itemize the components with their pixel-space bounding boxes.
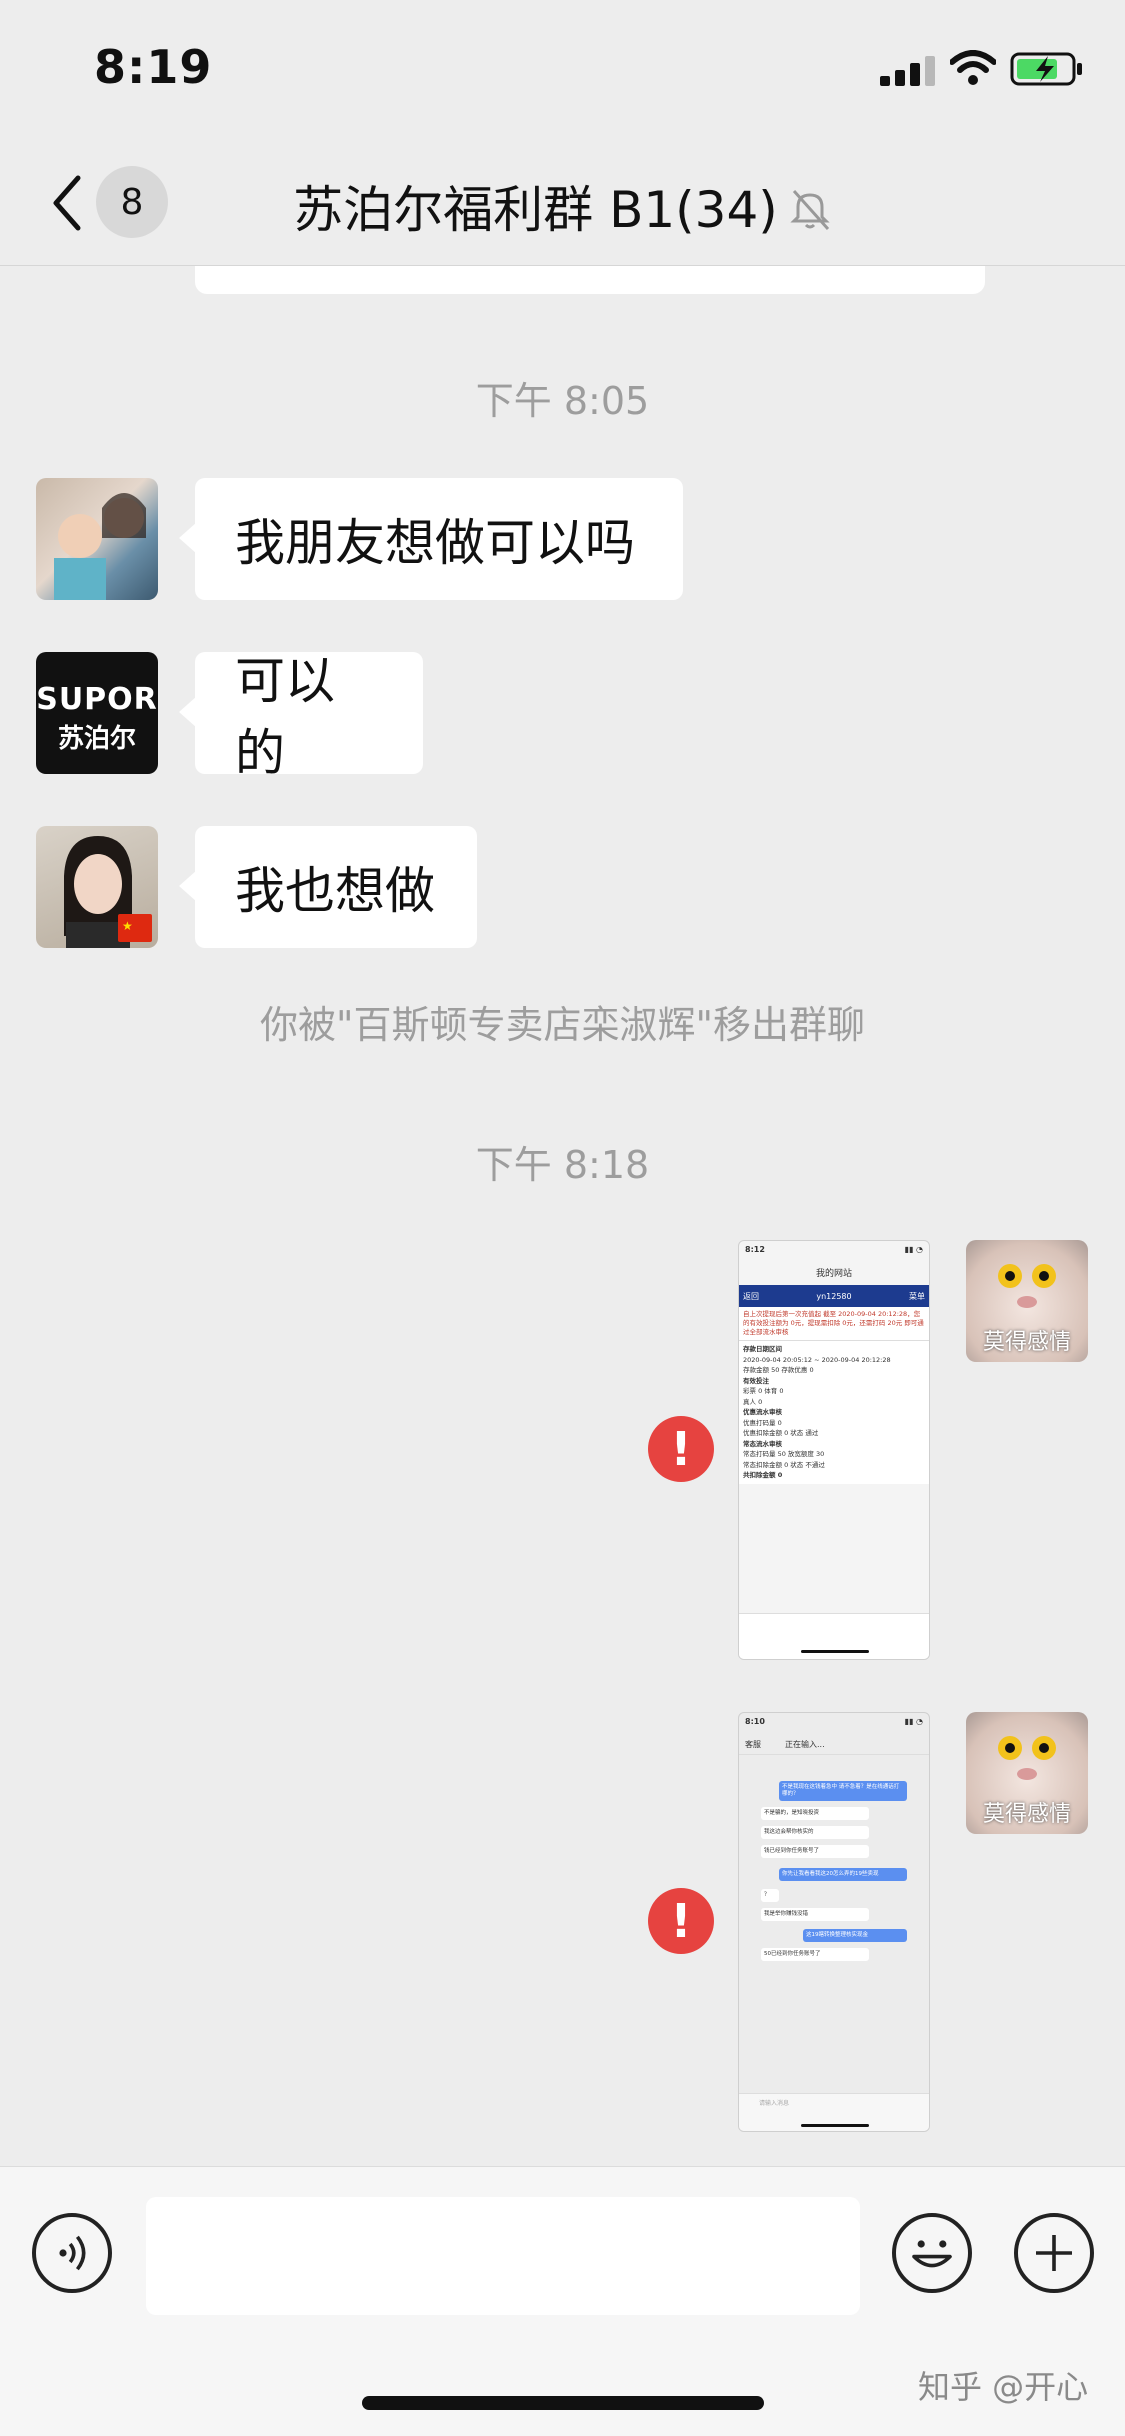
screenshot-chat-line: 钱已经到你任务账号了 [761, 1845, 869, 1858]
avatar-photo [54, 493, 146, 600]
sticker-caption: 莫得感情 [982, 1802, 1071, 1827]
system-notice: 你被"百斯顿专卖店栾淑辉"移出群聊 [260, 1003, 865, 1047]
screenshot-row: 常态打码量 50 放宽额度 30 [743, 1450, 825, 1458]
screenshot-status: 8:10 ▮▮ ◔ [739, 1713, 929, 1735]
svg-text:★: ★ [122, 919, 133, 933]
screenshot-chat-line: 你先让我看看我这20怎么弄的19些卖现 [779, 1868, 907, 1881]
screenshot-title: 我的网站 [815, 1269, 852, 1279]
cellular-signal-icon [880, 56, 935, 86]
avatar-mother-child[interactable] [36, 478, 158, 600]
screenshot-inputbar: 请输入消息 [739, 2093, 929, 2131]
screenshot-chat-line: 我这边会帮你核实的 [761, 1826, 869, 1839]
screenshot-row: 优惠打码量 0 [743, 1418, 782, 1427]
screenshot-navbar: 客服 正在输入... [739, 1735, 929, 1755]
screenshot-row: 真人 0 [743, 1397, 763, 1406]
screenshot-tabbar [739, 1613, 929, 1659]
previous-message-bubble [195, 266, 985, 294]
screenshot-chat-line: 不是骗的，是知晓投资 [761, 1807, 869, 1820]
supor-logo-subtext: 苏泊尔 [57, 724, 136, 754]
screenshot-time: 8:12 [745, 1245, 765, 1254]
screenshot-status: 8:12 ▮▮ ◔ [739, 1241, 929, 1263]
screenshot-back: 返回 [743, 1291, 759, 1301]
screenshot-home-indicator [801, 2124, 869, 2127]
chat-title: 苏泊尔福利群 B1(34) [0, 170, 1125, 242]
screenshot-navbar: 返回 yn12580 菜单 [739, 1285, 929, 1307]
screenshot-row: 优惠扣除金额 0 状态 通过 [743, 1429, 819, 1437]
screenshot-chat-line: 这19瞎转换整理核实现金 [803, 1929, 907, 1942]
battery-charging-icon [1010, 52, 1082, 86]
screenshot-user: yn12580 [816, 1291, 852, 1301]
muted-bell-icon [790, 189, 830, 231]
avatar-cat-sticker[interactable]: 莫得感情 [966, 1712, 1088, 1834]
screenshot-home-indicator [801, 1650, 869, 1653]
supor-logo-text: SUPOR [36, 682, 158, 717]
screenshot-chat-line: 50已经到你任务账号了 [761, 1948, 869, 1961]
chat-title-text: 苏泊尔福利群 B1(34) [293, 181, 778, 239]
message-bubble[interactable]: 我也想做 [179, 826, 477, 948]
voice-input-icon[interactable] [32, 2213, 112, 2293]
screenshot-status-icons: ▮▮ ◔ [904, 1245, 923, 1254]
screenshot-chat: 不是我现在这钱着急中 请不急着？是在线通话打哪的？ 不是骗的，是知晓投资 我这边… [739, 1759, 929, 1961]
status-bar: 8:19 [0, 0, 1125, 140]
screenshot-title: 正在输入... [785, 1740, 825, 1749]
message-text: 可以的 [235, 652, 335, 782]
message-text: 我也想做 [235, 862, 435, 920]
sent-screenshot-image[interactable]: 8:12 ▮▮ ◔ 我的网站 返回 yn12580 菜单 自上次提现后第一次充值起 截… [738, 1240, 930, 1660]
screenshot-time: 8:10 [745, 1717, 765, 1726]
sent-screenshot-image[interactable]: 8:10 ▮▮ ◔ 客服 正在输入... 不是我现在这钱着急中 请不急着？是在线通话… [738, 1712, 930, 2132]
status-time: 8:19 [94, 40, 213, 94]
screenshot-row: 存款日期区间 [743, 1345, 782, 1353]
screenshot-chat-line: 我是举你赚钱没错 [761, 1908, 869, 1921]
screenshot-back: 客服 [745, 1740, 761, 1749]
avatar-girl[interactable]: ★ [36, 826, 158, 948]
screenshot-row: 共扣除金额 0 [743, 1471, 783, 1479]
sticker-caption: 莫得感情 [982, 1330, 1071, 1355]
screenshot-status-icons: ▮▮ ◔ [904, 1717, 923, 1726]
screenshot-chat-line: 不是我现在这钱着急中 请不急着？是在线通话打哪的？ [779, 1781, 907, 1801]
message-bubble[interactable]: 可以的 [179, 652, 423, 782]
timestamp: 下午 8:05 [475, 379, 650, 423]
home-indicator [362, 2396, 764, 2410]
avatar-supor[interactable]: SUPOR 苏泊尔 [36, 652, 158, 774]
wifi-icon [950, 50, 996, 85]
screenshot-row: 2020-09-04 20:05:12 ~ 2020-09-04 20:12:2… [743, 1355, 891, 1364]
screenshot-input-placeholder: 请输入消息 [759, 2100, 790, 2107]
screenshot-rows: 存款日期区间 2020-09-04 20:05:12 ~ 2020-09-04 … [739, 1341, 929, 1484]
screenshot-row: 常态扣除金额 0 状态 不通过 [743, 1460, 825, 1469]
avatar-photo: ★ [64, 836, 152, 948]
screenshot-row: 有效投注 [743, 1376, 769, 1385]
screenshot-menu: 菜单 [908, 1291, 925, 1301]
chat-header: 8 苏泊尔福利群 B1(34) [0, 140, 1125, 266]
message-input[interactable] [146, 2197, 860, 2315]
send-failed-icon[interactable]: ! [648, 1888, 714, 1954]
message-bubble[interactable]: 我朋友想做可以吗 [179, 478, 683, 600]
screenshot-row: 彩票 0 体育 0 [743, 1387, 784, 1395]
avatar-cat-sticker[interactable]: 莫得感情 [966, 1240, 1088, 1362]
more-plus-icon[interactable] [1014, 2213, 1094, 2293]
timestamp: 下午 8:18 [475, 1143, 650, 1187]
screenshot-chat-line: ？ [761, 1889, 779, 1902]
screenshot-row: 优惠流水审核 [743, 1408, 782, 1416]
screenshot-notice: 自上次提现后第一次充值起 截至 2020-09-04 20:12:28，您的有效… [739, 1307, 929, 1341]
watermark: 知乎 @开心 [918, 2368, 1089, 2406]
screenshot-row: 常态流水审核 [743, 1439, 782, 1448]
message-text: 我朋友想做可以吗 [235, 514, 635, 572]
send-failed-icon[interactable]: ! [648, 1416, 714, 1482]
screenshot-row: 存款金额 50 存款优惠 0 [743, 1366, 814, 1374]
emoji-icon[interactable] [892, 2213, 972, 2293]
